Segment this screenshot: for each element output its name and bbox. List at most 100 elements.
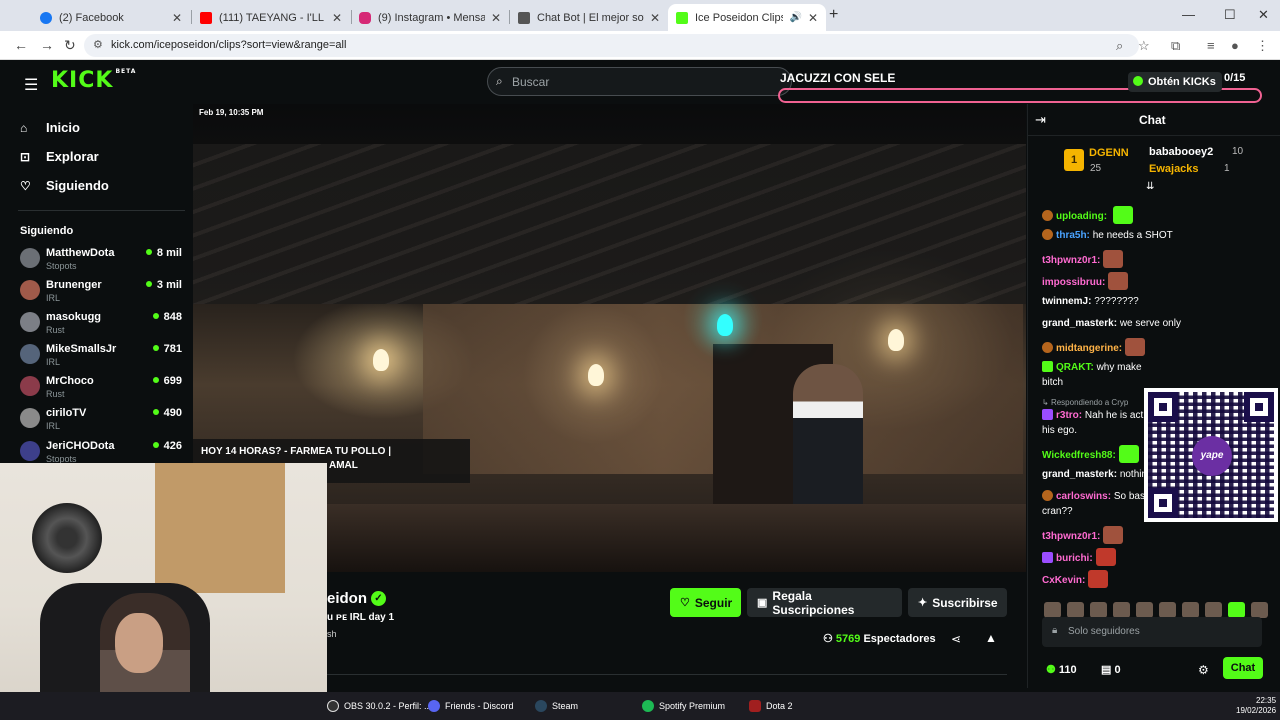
- gift-subs-button[interactable]: ▣ Regala Suscripciones: [747, 588, 902, 617]
- taskbar-item-dota[interactable]: Dota 2: [749, 700, 793, 712]
- gifter-name[interactable]: DGENN: [1089, 147, 1129, 159]
- back-icon[interactable]: ←: [14, 37, 28, 53]
- chat-username[interactable]: CxKevin:: [1042, 575, 1085, 586]
- close-icon[interactable]: ✕: [808, 11, 818, 25]
- share-icon[interactable]: ⋖: [951, 632, 961, 646]
- minimize-icon[interactable]: —: [1182, 7, 1195, 22]
- badge-icon: [1042, 210, 1053, 221]
- following-item[interactable]: masokugg Rust 848: [20, 311, 182, 341]
- tab-instagram[interactable]: (9) Instagram • Mensajes ✕: [351, 4, 509, 31]
- nav-siguiendo[interactable]: ♡ Siguiendo: [20, 178, 109, 193]
- site-info-icon[interactable]: ⚙: [93, 38, 103, 51]
- close-window-icon[interactable]: ✕: [1258, 7, 1269, 23]
- send-chat-button[interactable]: Chat: [1223, 657, 1263, 679]
- maximize-icon[interactable]: ☐: [1224, 7, 1236, 23]
- reload-icon[interactable]: ↻: [64, 37, 76, 54]
- get-kicks-button[interactable]: Obtén KICKs: [1128, 72, 1222, 92]
- following-item[interactable]: MrChoco Rust 699: [20, 375, 182, 405]
- extensions-icon[interactable]: ⧉: [1171, 38, 1180, 54]
- chat-username[interactable]: uploading:: [1056, 211, 1107, 222]
- chat-username[interactable]: impossibruu:: [1042, 277, 1105, 288]
- chat-text: why make: [1096, 362, 1142, 373]
- close-icon[interactable]: ✕: [332, 11, 342, 25]
- chat-settings-icon[interactable]: ⚙: [1198, 663, 1209, 677]
- emote-icon[interactable]: [1113, 602, 1130, 618]
- chat-username[interactable]: burichi:: [1056, 553, 1093, 564]
- following-item[interactable]: MatthewDota Stopots 8 mil: [20, 247, 182, 277]
- chat-message-input[interactable]: 🔒︎ Solo seguidores: [1042, 617, 1262, 647]
- menu-icon[interactable]: ⋮: [1256, 38, 1269, 54]
- following-item[interactable]: Brunenger IRL 3 mil: [20, 279, 182, 309]
- chat-username[interactable]: twinnemJ:: [1042, 296, 1091, 307]
- new-tab-button[interactable]: +: [829, 6, 838, 24]
- nav-explorar[interactable]: ⊡ Explorar: [20, 149, 99, 164]
- following-item[interactable]: ciriloTV IRL 490: [20, 407, 182, 437]
- emote-icon[interactable]: [1067, 602, 1084, 618]
- emote-icon[interactable]: [1251, 602, 1268, 618]
- chat-username[interactable]: QRAKT:: [1056, 362, 1094, 373]
- collapse-chat-icon[interactable]: ⇥: [1035, 112, 1046, 128]
- tab-chat-bot[interactable]: Chat Bot | El mejor software pa ✕: [510, 4, 668, 31]
- emote-icon[interactable]: [1159, 602, 1176, 618]
- close-icon[interactable]: ✕: [650, 11, 660, 25]
- gifter-name[interactable]: bababooey2: [1149, 146, 1213, 158]
- following-item[interactable]: MikeSmallsJr IRL 781: [20, 343, 182, 373]
- gift-count[interactable]: ▤ 0: [1101, 663, 1121, 676]
- emote-icon[interactable]: [1090, 602, 1107, 618]
- search-input[interactable]: ⌕ Buscar: [487, 67, 792, 96]
- chat-username[interactable]: Wickedfresh88:: [1042, 450, 1116, 461]
- chat-username[interactable]: carloswins:: [1056, 491, 1111, 502]
- video-lamp: [888, 329, 904, 351]
- tab-facebook[interactable]: (2) Facebook ✕: [32, 4, 190, 31]
- badge-icon: [1042, 361, 1053, 372]
- expand-gifters-icon[interactable]: ⇊: [1146, 181, 1154, 192]
- profile-icon[interactable]: ●: [1231, 38, 1239, 53]
- close-icon[interactable]: ✕: [491, 11, 501, 25]
- emote-icon[interactable]: [1228, 602, 1245, 618]
- channel-name: MikeSmallsJr: [46, 343, 117, 355]
- zoom-icon[interactable]: ⌕: [1116, 38, 1123, 54]
- follow-button[interactable]: ♡ Seguir: [670, 588, 741, 617]
- kick-points[interactable]: ⚉ 110: [1046, 663, 1077, 676]
- taskbar-item-spotify[interactable]: Spotify Premium: [642, 700, 725, 712]
- emote-icon[interactable]: [1044, 602, 1061, 618]
- speaker-icon[interactable]: 🔊: [789, 12, 801, 23]
- nav-inicio[interactable]: ⌂ Inicio: [20, 120, 80, 135]
- kick-logo[interactable]: KICK BETA: [51, 68, 136, 93]
- tab-youtube[interactable]: (111) TAEYANG - I'LL BE THERE ✕: [192, 4, 350, 31]
- tab-kick-active[interactable]: Ice Poseidon Clips - Watch 🔊 ✕: [668, 4, 826, 31]
- bookmark-star-icon[interactable]: ☆: [1138, 38, 1150, 54]
- live-dot-icon: [152, 345, 159, 351]
- hamburger-menu-icon[interactable]: ☰: [24, 75, 38, 95]
- chat-username[interactable]: r3tro:: [1056, 410, 1082, 421]
- url-field[interactable]: ⚙ kick.com/iceposeidon/clips?sort=view&r…: [84, 34, 1139, 57]
- chat-username[interactable]: thra5h:: [1056, 230, 1090, 241]
- viewer-stats: ⚇ 5769 Espectadores: [823, 632, 936, 645]
- channel-title[interactable]: eidon: [327, 590, 367, 607]
- gifter-count: 10: [1232, 146, 1244, 157]
- emote-icon[interactable]: [1136, 602, 1153, 618]
- chat-username[interactable]: t3hpwnz0r1:: [1042, 531, 1100, 542]
- forward-icon[interactable]: →: [40, 37, 54, 53]
- emote-icon[interactable]: [1205, 602, 1222, 618]
- gifter-name[interactable]: Ewajacks: [1149, 163, 1199, 175]
- subscribe-button[interactable]: ✦ Suscribirse: [908, 588, 1007, 617]
- avatar: [20, 248, 40, 268]
- viewer-count-text: 3 mil: [156, 279, 182, 291]
- stream-tag[interactable]: sh: [327, 629, 337, 639]
- emote-icon[interactable]: [1182, 602, 1199, 618]
- taskbar-item-obs[interactable]: OBS 30.0.2 - Perfil: ...: [327, 700, 432, 712]
- media-icon[interactable]: ≡: [1207, 38, 1215, 53]
- recent-emotes-row: [1044, 602, 1274, 618]
- windows-taskbar: OBS 30.0.2 - Perfil: ... Friends - Disco…: [0, 692, 1280, 720]
- chat-username[interactable]: t3hpwnz0r1:: [1042, 255, 1100, 266]
- chat-username[interactable]: midtangerine:: [1056, 343, 1122, 354]
- taskbar-item-steam[interactable]: Steam: [535, 700, 578, 712]
- chat-username[interactable]: grand_masterk:: [1042, 469, 1117, 480]
- report-icon[interactable]: ▲: [985, 631, 997, 645]
- system-clock[interactable]: 22:35 19/02/2026: [1236, 696, 1276, 716]
- chat-bot-icon: [518, 11, 530, 24]
- close-icon[interactable]: ✕: [172, 11, 182, 25]
- taskbar-item-discord[interactable]: Friends - Discord: [428, 700, 514, 712]
- chat-username[interactable]: grand_masterk:: [1042, 318, 1117, 329]
